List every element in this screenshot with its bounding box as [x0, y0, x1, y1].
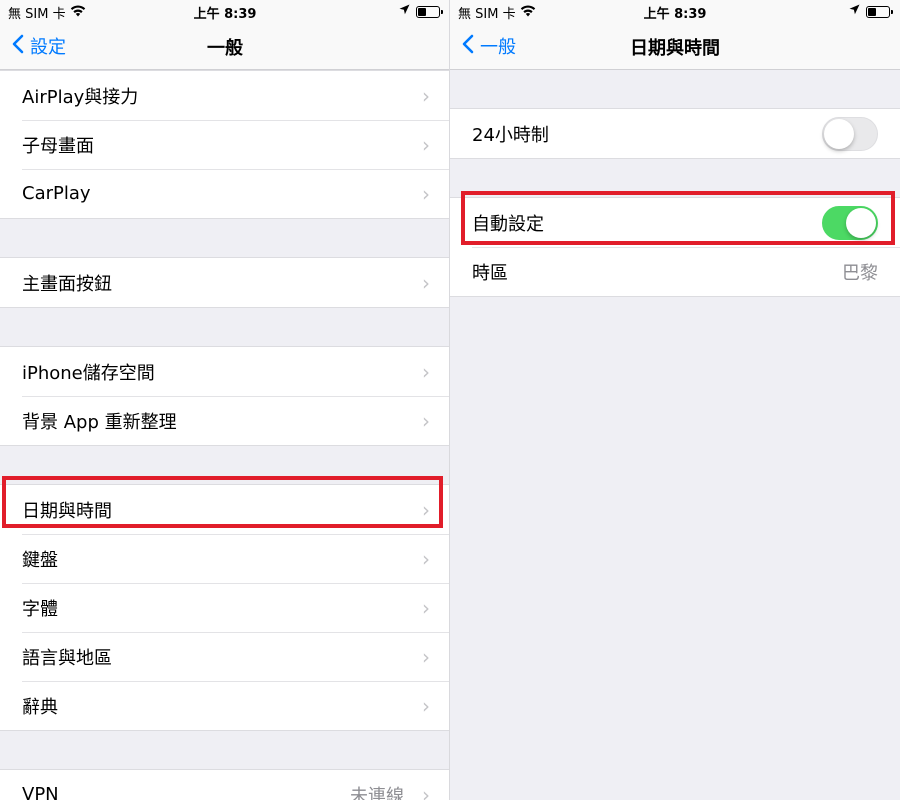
navigation-bar: 一般 日期與時間	[450, 22, 900, 70]
settings-group-2: 主畫面按鈕 ›	[0, 257, 450, 308]
navigation-bar: 設定 一般	[0, 22, 450, 70]
row-label: 日期與時間	[22, 500, 112, 522]
row-label: 鍵盤	[22, 549, 58, 571]
battery-icon	[416, 5, 443, 18]
row-vpn[interactable]: VPN 未連線 ›	[0, 770, 450, 800]
chevron-right-icon: ›	[422, 181, 430, 206]
set-automatically-toggle[interactable]	[822, 205, 878, 240]
row-date-time[interactable]: 日期與時間 ›	[0, 485, 450, 534]
page-title: 日期與時間	[630, 38, 720, 59]
settings-group-clock: 24小時制	[450, 108, 900, 159]
settings-group-1: AirPlay與接力 › 子母畫面 › CarPlay ›	[0, 70, 450, 219]
row-label: 字體	[22, 598, 58, 620]
chevron-right-icon: ›	[422, 270, 430, 295]
chevron-right-icon: ›	[422, 782, 430, 800]
row-language-region[interactable]: 語言與地區 ›	[0, 632, 450, 681]
chevron-right-icon: ›	[422, 693, 430, 718]
row-airplay-handoff[interactable]: AirPlay與接力 ›	[0, 71, 450, 120]
row-label: 辭典	[22, 696, 58, 718]
status-bar: 無 SIM 卡 上午 8:39	[0, 0, 450, 22]
row-label: 24小時制	[472, 124, 549, 146]
general-settings-screen: 無 SIM 卡 上午 8:39 設定 一般 AirPlay與接力 › 子母畫面	[0, 0, 450, 800]
row-picture-in-picture[interactable]: 子母畫面 ›	[0, 120, 450, 169]
vpn-status: 未連線	[350, 785, 404, 800]
page-title: 一般	[207, 38, 243, 59]
settings-group-auto: 自動設定 時區 巴黎	[450, 197, 900, 297]
row-background-app-refresh[interactable]: 背景 App 重新整理 ›	[0, 396, 450, 445]
status-time: 上午 8:39	[643, 7, 707, 22]
time-zone-value: 巴黎	[842, 262, 878, 284]
row-label: 時區	[472, 262, 508, 284]
chevron-right-icon: ›	[422, 644, 430, 669]
battery-icon	[866, 5, 893, 18]
row-keyboard[interactable]: 鍵盤 ›	[0, 534, 450, 583]
row-label: AirPlay與接力	[22, 86, 139, 108]
chevron-right-icon: ›	[422, 408, 430, 433]
row-label: 主畫面按鈕	[22, 273, 112, 295]
chevron-right-icon: ›	[422, 359, 430, 384]
row-time-zone: 時區 巴黎	[450, 247, 900, 296]
row-24-hour-time: 24小時制	[450, 109, 900, 158]
row-fonts[interactable]: 字體 ›	[0, 583, 450, 632]
chevron-right-icon: ›	[422, 595, 430, 620]
row-label: VPN	[22, 784, 59, 800]
24-hour-toggle[interactable]	[822, 116, 878, 151]
row-label: 語言與地區	[22, 647, 112, 669]
status-bar: 無 SIM 卡 上午 8:39	[450, 0, 900, 22]
row-set-automatically: 自動設定	[450, 198, 900, 247]
row-label: 背景 App 重新整理	[22, 411, 177, 433]
location-arrow-icon	[849, 4, 860, 19]
location-arrow-icon	[399, 4, 410, 19]
chevron-right-icon: ›	[422, 83, 430, 108]
row-iphone-storage[interactable]: iPhone儲存空間 ›	[0, 347, 450, 396]
settings-group-5: VPN 未連線 ›	[0, 769, 450, 800]
chevron-right-icon: ›	[422, 132, 430, 157]
row-carplay[interactable]: CarPlay ›	[0, 169, 450, 218]
settings-group-3: iPhone儲存空間 › 背景 App 重新整理 ›	[0, 346, 450, 446]
row-label: CarPlay	[22, 183, 91, 204]
chevron-right-icon: ›	[422, 546, 430, 571]
row-home-button[interactable]: 主畫面按鈕 ›	[0, 258, 450, 307]
row-label: iPhone儲存空間	[22, 362, 155, 384]
row-dictionary[interactable]: 辭典 ›	[0, 681, 450, 730]
chevron-right-icon: ›	[422, 497, 430, 522]
row-label: 自動設定	[472, 213, 544, 235]
date-time-screen: 無 SIM 卡 上午 8:39 一般 日期與時間 24小時制 自動設定 時區 巴…	[450, 0, 900, 800]
row-label: 子母畫面	[22, 135, 94, 157]
status-time: 上午 8:39	[193, 7, 257, 22]
settings-group-4: 日期與時間 › 鍵盤 › 字體 › 語言與地區 › 辭典 ›	[0, 484, 450, 731]
